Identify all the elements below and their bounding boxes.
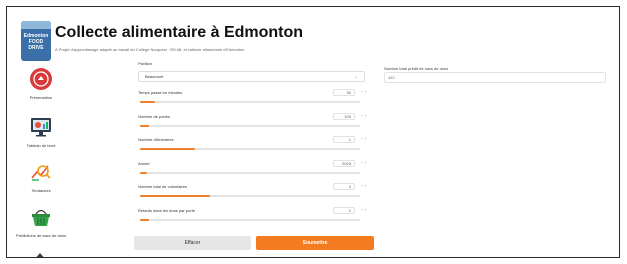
food-drive-logo: Edmonton FOOD DRIVE	[21, 21, 51, 61]
field-label: Nombre de portes	[138, 113, 171, 119]
number-input[interactable]: 100	[333, 112, 355, 120]
sidebar-item-label: Tendances	[31, 188, 51, 193]
pavillon-selected-value: Beaumont	[145, 74, 164, 79]
slider-track[interactable]	[140, 218, 360, 221]
stepper-buttons[interactable]: − +	[361, 207, 367, 212]
number-input[interactable]: 1	[333, 206, 355, 214]
page-subtitle: À Projet d'apprentissage adapté au trava…	[55, 47, 245, 52]
slider-fill	[140, 218, 149, 221]
number-input[interactable]: 1	[333, 136, 355, 143]
output-label: Nombre total prédit de sacs de dons	[384, 66, 449, 71]
number-input[interactable]: 30	[333, 89, 355, 96]
prediction-form: Pavillon Beaumont ⌄ Temps passé en minut…	[133, 57, 373, 237]
sidebar-item-presentation[interactable]: Présentation	[13, 67, 69, 100]
field-label: Nombre total de volontaires	[138, 184, 187, 189]
sidebar-item-dashboard[interactable]: Tableau de bord	[13, 115, 69, 148]
food-drive-icon	[30, 68, 52, 90]
field-label: Nombre d'itinéraires	[138, 137, 174, 142]
output-value: 482	[384, 72, 606, 83]
field-label: Retards dans les dons par porte	[138, 207, 195, 213]
number-input[interactable]: 3	[333, 183, 355, 190]
pavillon-label: Pavillon	[138, 61, 153, 66]
sidebar-item-label: Tableau de bord	[26, 143, 56, 148]
sidebar-item-label: Prédictions de sacs de dons	[15, 233, 67, 238]
slider-track[interactable]	[140, 195, 360, 197]
pavillon-select[interactable]: Beaumont ⌄	[138, 71, 365, 82]
slider-fill	[140, 124, 149, 127]
field-label: Année	[138, 160, 150, 166]
reset-button[interactable]: Effacer	[134, 236, 251, 250]
submit-button[interactable]: Soumettre	[256, 236, 374, 250]
dashboard-icon	[31, 118, 51, 137]
field-label: Temps passé en minutes	[138, 90, 183, 95]
slider-track[interactable]	[140, 124, 360, 127]
slider-fill	[140, 171, 147, 174]
prediction-output-card: Nombre total prédit de sacs de dons 482	[378, 58, 614, 88]
slider-fill	[140, 195, 211, 197]
chevron-down-icon: ⌄	[354, 74, 358, 79]
app-frame: Edmonton FOOD DRIVE Collecte alimentaire…	[6, 6, 620, 258]
slider-track[interactable]	[140, 101, 360, 103]
stepper-buttons[interactable]: − +	[361, 89, 367, 94]
sidebar-item-label: Présentation	[29, 95, 53, 100]
slider-track[interactable]	[140, 171, 360, 174]
slider-fill	[140, 148, 195, 150]
number-input[interactable]: 2023	[333, 159, 355, 167]
stepper-buttons[interactable]: − +	[361, 160, 367, 165]
trends-icon	[31, 165, 51, 181]
slider-track[interactable]	[140, 148, 360, 150]
sidebar-item-trends[interactable]: Tendances	[13, 160, 69, 193]
stepper-buttons[interactable]: − +	[361, 136, 367, 141]
sidebar-item-predictions[interactable]: Prédictions de sacs de dons	[13, 205, 69, 238]
basket-icon	[32, 209, 50, 226]
scroll-more-icon	[36, 253, 44, 257]
stepper-buttons[interactable]: − +	[361, 113, 367, 118]
slider-fill	[140, 101, 156, 103]
stepper-buttons[interactable]: − +	[361, 183, 367, 188]
page-title: Collecte alimentaire à Edmonton	[55, 24, 304, 41]
